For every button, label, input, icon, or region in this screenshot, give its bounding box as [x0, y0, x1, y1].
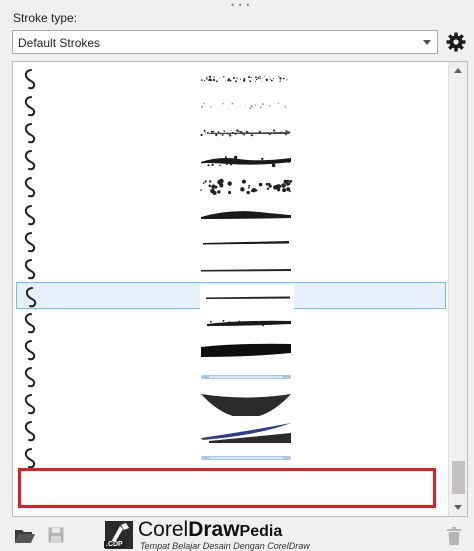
stroke-row[interactable] [16, 201, 446, 228]
vertical-scrollbar[interactable] [448, 62, 467, 516]
stroke-preview [200, 102, 287, 110]
stroke-row[interactable] [16, 336, 446, 363]
stroke-hook-icon [24, 367, 36, 388]
coreldrawpedia-logo: .CDP CorelDrawPedia Tempat Belajar Desai… [104, 519, 324, 551]
stroke-type-dropdown[interactable]: Default Strokes [12, 30, 438, 54]
stroke-preview [200, 179, 293, 196]
brand-bold: Draw [188, 518, 240, 541]
stroke-preview [207, 319, 291, 327]
chevron-down-icon [423, 40, 431, 45]
gear-icon[interactable] [444, 30, 468, 54]
stroke-preview [201, 268, 291, 272]
stroke-row[interactable] [16, 228, 446, 255]
stroke-row[interactable] [16, 309, 446, 336]
stroke-type-label: Stroke type: [13, 11, 78, 25]
stroke-row[interactable] [16, 119, 446, 146]
stroke-preview [201, 375, 291, 380]
stroke-preview [201, 423, 291, 444]
stroke-row-selected[interactable] [16, 281, 446, 309]
stroke-preview [201, 394, 291, 417]
save-icon[interactable] [48, 527, 64, 543]
brand-suffix: Pedia [239, 523, 283, 540]
stroke-preview [201, 456, 291, 461]
stroke-row[interactable] [16, 173, 446, 200]
stroke-row[interactable] [16, 363, 446, 390]
folder-icon[interactable] [14, 527, 36, 545]
stroke-hook-icon [24, 340, 36, 361]
stroke-row[interactable] [16, 92, 446, 119]
bottom-toolbar: .CDP CorelDrawPedia Tempat Belajar Desai… [0, 518, 474, 551]
stroke-hook-icon [24, 258, 36, 279]
stroke-hook-icon [24, 204, 36, 225]
panel-drag-grip[interactable]: • • • [231, 1, 250, 10]
stroke-preview [201, 343, 291, 357]
stroke-row[interactable] [16, 146, 446, 173]
highlight-annotation [18, 468, 436, 508]
stroke-row[interactable] [16, 65, 446, 92]
scroll-up-button[interactable] [449, 62, 467, 79]
stroke-preview [200, 155, 291, 168]
stroke-row[interactable] [16, 390, 446, 417]
stroke-hook-icon [24, 394, 36, 415]
stroke-row[interactable] [16, 255, 446, 282]
stroke-preview [200, 284, 294, 309]
stroke-preview [200, 129, 291, 137]
brand-name: CorelDrawPedia [138, 519, 282, 543]
scroll-thumb[interactable] [452, 461, 465, 494]
stroke-hook-icon [24, 177, 36, 198]
scroll-down-button[interactable] [449, 499, 467, 516]
stroke-hook-icon [24, 69, 36, 90]
trash-icon[interactable] [447, 527, 461, 545]
stroke-hook-icon [24, 150, 36, 171]
stroke-hook-icon [24, 123, 36, 144]
stroke-hook-icon [24, 231, 36, 252]
cdp-badge: .CDP [104, 541, 125, 548]
stroke-list[interactable] [12, 61, 468, 517]
stroke-hook-icon [24, 448, 36, 469]
brand-tagline: Tempat Belajar Desain Dengan CorelDraw [140, 541, 310, 551]
stroke-type-value: Default Strokes [18, 36, 101, 50]
stroke-hook-icon [24, 96, 36, 117]
stroke-hook-icon [25, 286, 37, 308]
stroke-hook-icon [24, 421, 36, 442]
stroke-preview [201, 75, 288, 83]
stroke-hook-icon [24, 312, 36, 334]
stroke-row[interactable] [16, 417, 446, 444]
stroke-preview [201, 210, 291, 219]
brand-regular: Corel [138, 518, 189, 541]
stroke-preview [203, 240, 289, 245]
